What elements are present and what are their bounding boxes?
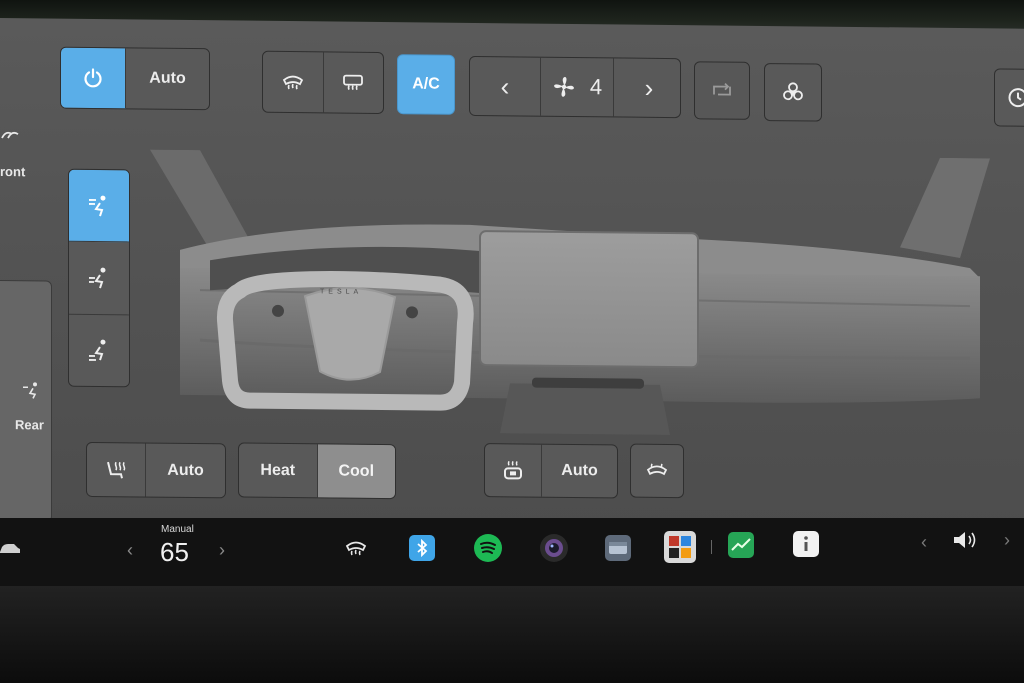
power-button[interactable]: [61, 47, 126, 109]
climate-auto-button[interactable]: Auto: [126, 48, 209, 109]
steering-heater-icon: [501, 458, 525, 482]
temp-increase-button[interactable]: ›: [219, 540, 225, 561]
defrost-group: [262, 50, 384, 115]
front-vent-icon: [0, 126, 22, 142]
front-defrost-button[interactable]: [263, 51, 324, 113]
rear-defrost-icon: [341, 72, 365, 94]
taskbar: ‹ Manual 65 › ‹ ›: [0, 518, 1024, 586]
climate-screen: Auto A/C ‹ 4 › ront Rear TESLA Auto Heat…: [0, 18, 1024, 534]
schedule-button[interactable]: [994, 68, 1024, 128]
fan-decrease-button[interactable]: ‹: [470, 56, 541, 116]
airflow-feet-icon: [86, 338, 112, 362]
temp-mode-label: Manual: [161, 524, 194, 535]
rear-zone-label: Rear: [15, 417, 44, 433]
fan-icon: [552, 75, 576, 99]
fan-speed-value: 4: [589, 74, 603, 100]
car-icon[interactable]: [0, 542, 20, 556]
power-auto-group: Auto: [60, 46, 210, 111]
airflow-feet-button[interactable]: [69, 314, 129, 386]
stocks-icon[interactable]: [728, 532, 754, 558]
airflow-body-icon: [86, 266, 112, 290]
camera-icon[interactable]: [540, 534, 568, 562]
wiper-defrost-button[interactable]: [630, 443, 684, 499]
steering-heat-group: Auto: [484, 443, 618, 499]
steering-auto-button[interactable]: Auto: [542, 445, 617, 498]
fan-speed-display: 4: [541, 57, 614, 117]
seat-auto-button[interactable]: Auto: [146, 444, 225, 498]
rear-vent-icon: [21, 381, 41, 399]
seat-heater-icon: [103, 458, 129, 482]
bluetooth-icon[interactable]: [409, 535, 435, 561]
volume-increase-button[interactable]: ›: [1004, 530, 1010, 551]
rear-defrost-button[interactable]: [324, 52, 384, 113]
fan-increase-button[interactable]: ›: [614, 58, 681, 117]
volume-icon[interactable]: [952, 530, 978, 550]
airflow-body-button[interactable]: [69, 242, 129, 316]
power-icon: [82, 67, 104, 89]
cool-option[interactable]: Cool: [317, 444, 395, 499]
seat-heater-button[interactable]: [87, 442, 146, 497]
airflow-mode-group: [68, 168, 130, 388]
spotify-icon[interactable]: [474, 534, 502, 562]
temperature-value[interactable]: 65: [160, 537, 189, 568]
temp-decrease-button[interactable]: ‹: [127, 540, 133, 561]
taskbar-divider: [711, 540, 712, 554]
release-notes-icon[interactable]: [793, 531, 819, 557]
biohazard-icon: [781, 80, 805, 104]
airflow-face-button[interactable]: [69, 169, 129, 243]
airflow-face-icon: [86, 194, 112, 218]
front-zone-label: ront: [0, 164, 26, 180]
front-defrost-icon: [281, 71, 305, 93]
fan-speed-group: ‹ 4 ›: [469, 55, 681, 119]
dashboard-illustration: [150, 149, 990, 436]
recirculate-button[interactable]: [694, 61, 750, 120]
dashcam-icon[interactable]: [605, 535, 631, 561]
bezel-bottom: [0, 586, 1024, 683]
recirculate-icon: [710, 80, 734, 100]
wiper-defrost-icon: [645, 460, 669, 482]
volume-decrease-button[interactable]: ‹: [921, 532, 927, 553]
heat-cool-toggle: Heat Cool: [238, 442, 396, 500]
bioweapon-mode-button[interactable]: [764, 63, 822, 122]
steering-heater-button[interactable]: [485, 444, 542, 497]
seat-climate-group: Auto: [86, 441, 226, 499]
rear-climate-panel[interactable]: Rear: [0, 279, 52, 523]
steering-wheel-logo: TESLA: [320, 288, 363, 296]
ac-button[interactable]: A/C: [397, 54, 455, 115]
clock-icon: [1007, 87, 1024, 109]
toybox-icon[interactable]: [664, 531, 696, 563]
heat-option[interactable]: Heat: [239, 443, 318, 498]
climate-defrost-icon[interactable]: [344, 538, 368, 558]
